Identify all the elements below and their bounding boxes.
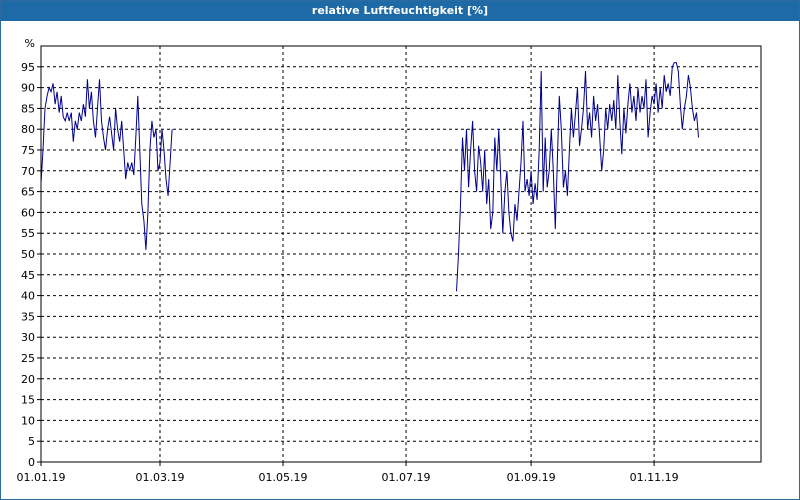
y-tick-label: 35	[21, 310, 35, 323]
y-tick-label: 90	[21, 82, 35, 95]
chart-window: relative Luftfeuchtigkeit [%] 0 5 10 15 20 25…	[0, 0, 800, 500]
y-axis-label: %	[25, 37, 35, 50]
x-tick-label: 01.03.19	[135, 471, 184, 484]
x-tick-label: 01.05.19	[259, 471, 308, 484]
humidity-series-line	[40, 79, 173, 250]
y-tick-label: 75	[21, 144, 35, 157]
x-tick-label: 01.09.19	[507, 471, 556, 484]
y-tick-label: 70	[21, 165, 35, 178]
y-tick-label: 85	[21, 102, 35, 115]
axes	[37, 45, 762, 466]
y-tick-label: 95	[21, 61, 35, 74]
chart-title: relative Luftfeuchtigkeit [%]	[1, 1, 799, 21]
y-tick-label: 55	[21, 227, 35, 240]
y-tick-label: 30	[21, 331, 35, 344]
humidity-chart: 0 5 10 15 20 25 30 35 40 45 50 55 60 65 70 75 80 85 90 95% 0…	[17, 37, 762, 484]
y-tick-label: 15	[21, 394, 35, 407]
series-layer	[40, 62, 699, 292]
y-tick-label: 5	[28, 435, 35, 448]
y-tick-label: 80	[21, 123, 35, 136]
y-tick-label: 0	[28, 456, 35, 469]
y-tick-label: 10	[21, 414, 35, 427]
tick-labels: 0 5 10 15 20 25 30 35 40 45 50 55 60 65 70 75 80 85 90 95% 0…	[17, 37, 679, 484]
y-tick-label: 60	[21, 206, 35, 219]
x-tick-label: 01.01.19	[17, 471, 66, 484]
y-tick-label: 40	[21, 290, 35, 303]
humidity-series-line	[456, 62, 699, 292]
y-tick-label: 20	[21, 373, 35, 386]
grid	[41, 46, 761, 462]
y-tick-label: 50	[21, 248, 35, 261]
y-tick-label: 25	[21, 352, 35, 365]
x-tick-label: 01.07.19	[382, 471, 431, 484]
x-tick-label: 01.11.19	[630, 471, 679, 484]
y-tick-label: 65	[21, 186, 35, 199]
y-tick-label: 45	[21, 269, 35, 282]
